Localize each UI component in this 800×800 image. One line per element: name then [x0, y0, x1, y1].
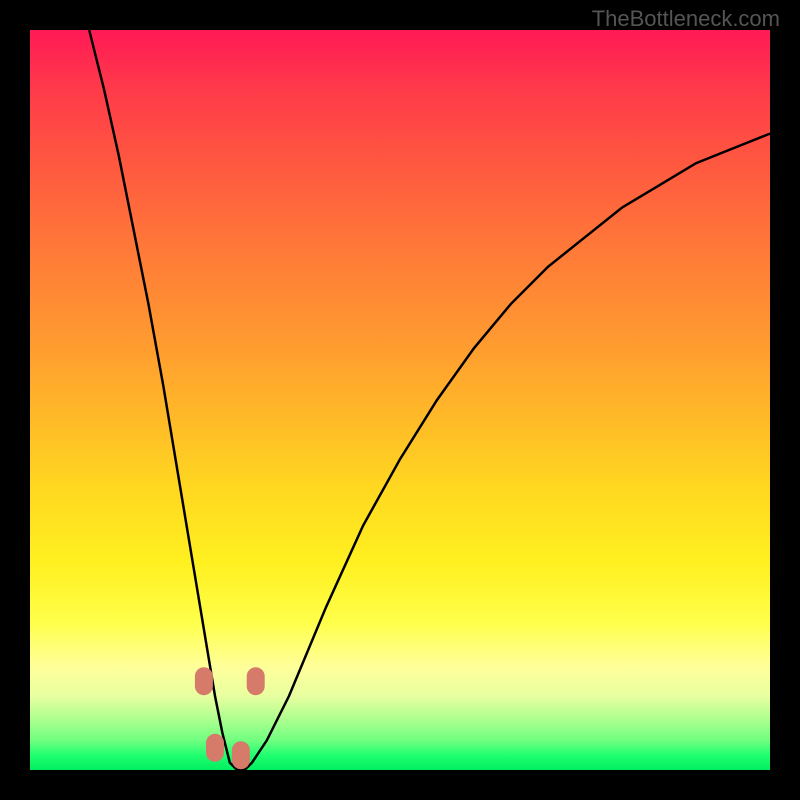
watermark-text: TheBottleneck.com — [592, 6, 780, 32]
curve-markers — [195, 667, 265, 769]
curve-marker — [195, 667, 213, 695]
chart-plot-area — [30, 30, 770, 770]
curve-marker — [206, 734, 224, 762]
chart-svg — [30, 30, 770, 770]
bottleneck-curve — [89, 30, 770, 770]
curve-marker — [247, 667, 265, 695]
curve-marker — [232, 741, 250, 769]
